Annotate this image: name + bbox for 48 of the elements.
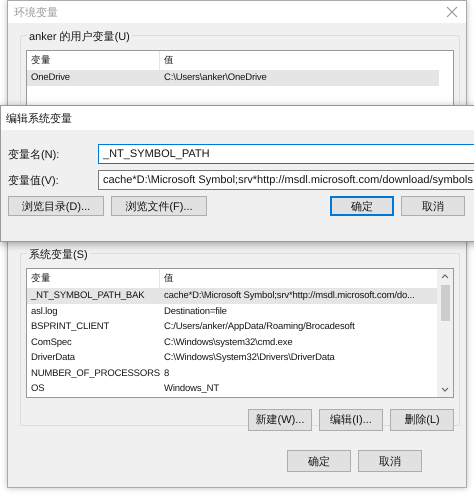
variable-value: C:/Users/anker/AppData/Roaming/Brocadesoft xyxy=(163,321,356,332)
variable-name: NUMBER_OF_PROCESSORS xyxy=(30,368,159,379)
variable-value: Windows_NT xyxy=(163,383,220,394)
column-header[interactable]: 变量 xyxy=(27,54,159,67)
variable-value: Destination=file xyxy=(163,306,228,317)
window-title: 环境变量 xyxy=(14,6,58,20)
dialog-button[interactable]: 取消 xyxy=(358,450,422,472)
dialog-button[interactable]: 取消 xyxy=(401,196,465,216)
variable-name: OneDrive xyxy=(30,72,71,84)
variable-name: OS xyxy=(30,383,46,394)
variable-name: _NT_SYMBOL_PATH_BAK xyxy=(30,290,146,302)
variable-value: 8 xyxy=(163,368,170,379)
table-row[interactable]: _NT_SYMBOL_PATH_BAK cache*D:\Microsoft Symbol;srv*http://msdl.microsoft.com/do... xyxy=(27,288,437,304)
variable-name: ComSpec xyxy=(30,336,73,348)
table-row[interactable]: BSPRINT_CLIENT C:/Users/anker/AppData/Roaming/Brocadesoft xyxy=(27,319,437,334)
column-header[interactable]: 变量 xyxy=(27,272,159,285)
scroll-up-icon[interactable] xyxy=(441,273,449,279)
close-icon[interactable] xyxy=(446,6,458,18)
field-label: 变量名(N): xyxy=(8,148,60,162)
scroll-thumb[interactable] xyxy=(440,285,450,321)
table-row[interactable]: ComSpec C:\Windows\system32\cmd.exe xyxy=(27,334,437,350)
variable-value: C:\Windows\System32\Drivers\DriverData xyxy=(163,352,336,364)
dialog-button[interactable]: 确定 xyxy=(287,450,351,472)
dialog-button[interactable]: 确定 xyxy=(330,196,394,216)
input-field[interactable]: cache*D:\Microsoft Symbol;srv*http://msdl.microsoft.com/download/symbols xyxy=(98,170,474,190)
group-label: anker 的用户变量(U) xyxy=(27,29,132,44)
dialog-button[interactable]: 浏览目录(D)... xyxy=(8,196,104,216)
table-row[interactable]: DriverData C:\Windows\System32\Drivers\DriverData xyxy=(27,350,437,366)
action-button[interactable]: 新建(W)... xyxy=(248,408,312,430)
variable-value: C:\Windows\system32\cmd.exe xyxy=(163,336,294,348)
variable-name: BSPRINT_CLIENT xyxy=(30,321,110,332)
variable-name: asl.log xyxy=(30,306,58,317)
table-row[interactable]: OneDrive C:\Users\anker\OneDrive xyxy=(27,70,439,86)
group-label: 系统变量(S) xyxy=(27,247,90,262)
table-row[interactable]: OS Windows_NT xyxy=(27,381,437,396)
action-button[interactable]: 编辑(I)... xyxy=(319,408,383,430)
table-row[interactable]: NUMBER_OF_PROCESSORS 8 xyxy=(27,366,437,381)
table-row[interactable]: asl.log Destination=file xyxy=(27,304,437,319)
input-field[interactable]: _NT_SYMBOL_PATH xyxy=(98,144,474,164)
variable-value: C:\Users\anker\OneDrive xyxy=(163,72,268,84)
field-label: 变量值(V): xyxy=(8,174,60,188)
action-button[interactable]: 删除(L) xyxy=(390,408,454,430)
scroll-down-icon[interactable] xyxy=(441,386,449,392)
dialog-title: 编辑系统变量 xyxy=(6,112,72,126)
variable-name: DriverData xyxy=(30,352,76,364)
dialog-button[interactable]: 浏览文件(F)... xyxy=(111,196,207,216)
scrollbar[interactable] xyxy=(437,269,453,396)
variable-value: cache*D:\Microsoft Symbol;srv*http://msdl.microsoft.com/do... xyxy=(163,290,416,302)
